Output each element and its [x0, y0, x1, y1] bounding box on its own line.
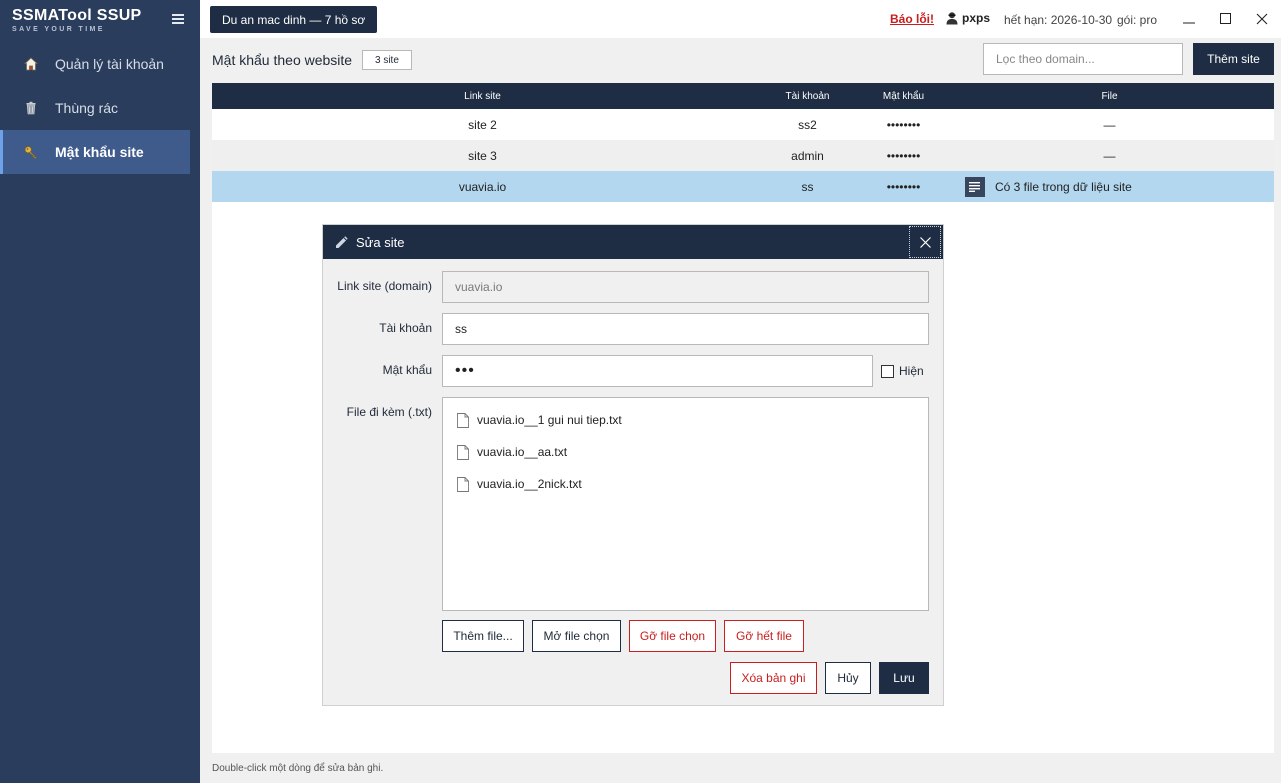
status-hint: Double-click một dòng để sửa bản ghi. [212, 763, 384, 774]
trash-icon [24, 101, 38, 115]
table-row[interactable]: site 3 admin •••••••• — [212, 140, 1274, 171]
delete-record-button[interactable]: Xóa bản ghi [730, 662, 817, 694]
cell-site: site 2 [468, 117, 497, 132]
account-field[interactable]: ss [442, 313, 929, 345]
sidebar-item-label: Mật khẩu site [55, 144, 144, 160]
dialog-header: Sửa site [323, 225, 943, 259]
dialog-title: Sửa site [356, 234, 405, 250]
file-name: vuavia.io__2nick.txt [477, 477, 582, 491]
list-item[interactable]: vuavia.io__1 gui nui tiep.txt [443, 404, 928, 436]
brand-title: SSMATool SSUP [12, 7, 142, 24]
cell-password: •••••••• [886, 148, 921, 163]
sidebar-nav: Quản lý tài khoản Thùng rác Mật khẩu sit… [0, 42, 190, 174]
column-header-file[interactable]: File [945, 91, 1274, 102]
files-label: File đi kèm (.txt) [346, 405, 432, 419]
user-info: pxps [945, 11, 990, 25]
cell-account: ss2 [798, 117, 817, 132]
remove-all-files-button[interactable]: Gỡ hết file [724, 620, 804, 652]
sidebar-item-trash[interactable]: Thùng rác [0, 86, 190, 130]
domain-field: vuavia.io [442, 271, 929, 303]
user-icon [946, 12, 958, 25]
cell-password: •••••••• [886, 179, 921, 194]
close-window-icon[interactable] [1253, 10, 1271, 28]
cancel-button[interactable]: Hủy [825, 662, 871, 694]
cell-file: — [1103, 117, 1116, 132]
open-file-button[interactable]: Mở file chọn [532, 620, 621, 652]
account-label: Tài khoản [379, 321, 432, 335]
table-header: Link site Tài khoản Mật khẩu File [212, 83, 1274, 109]
domain-filter-input[interactable] [983, 43, 1183, 75]
add-site-button[interactable]: Thêm site [1193, 43, 1274, 75]
dialog-close-icon[interactable] [909, 226, 941, 258]
cell-file: Có 3 file trong dữ liệu site [945, 176, 1274, 197]
attached-files-list[interactable]: vuavia.io__1 gui nui tiep.txt vuavia.io_… [442, 397, 929, 611]
password-field[interactable]: ••• [442, 355, 873, 387]
column-header-link[interactable]: Link site [212, 91, 753, 102]
report-bug-link[interactable]: Báo lỗi! [890, 12, 934, 26]
file-list-icon [965, 176, 985, 197]
sidebar-item-label: Quản lý tài khoản [55, 56, 164, 72]
username: pxps [962, 11, 991, 25]
cell-password: •••••••• [886, 117, 921, 132]
key-icon [24, 145, 38, 159]
cell-account: ss [801, 179, 814, 194]
sidebar: SSMATool SSUP SAVE YOUR TIME Quản lý tài… [0, 0, 200, 783]
list-item[interactable]: vuavia.io__2nick.txt [443, 468, 928, 500]
cell-site: site 3 [468, 148, 497, 163]
column-header-password[interactable]: Mật khẩu [862, 91, 945, 102]
sidebar-item-accounts[interactable]: Quản lý tài khoản [0, 42, 190, 86]
site-count-badge: 3 site [362, 50, 412, 70]
table-row[interactable]: site 2 ss2 •••••••• — [212, 109, 1274, 140]
brand-subtitle: SAVE YOUR TIME [12, 26, 105, 33]
show-password-label: Hiện [899, 364, 924, 378]
table-row-selected[interactable]: vuavia.io ss •••••••• Có 3 file trong dữ… [212, 171, 1274, 202]
cell-site: vuavia.io [458, 179, 507, 194]
pencil-icon [335, 235, 348, 249]
menu-toggle-icon[interactable] [172, 14, 184, 24]
document-icon [457, 444, 469, 460]
project-selector-button[interactable]: Du an mac dinh — 7 hồ sơ [210, 6, 378, 33]
cell-file: — [1103, 148, 1116, 163]
password-label: Mật khẩu [382, 363, 432, 377]
show-password-checkbox[interactable]: Hiện [881, 364, 924, 378]
topbar: Du an mac dinh — 7 hồ sơ Báo lỗi! pxps h… [200, 0, 1281, 38]
section-title: Mật khẩu theo website [212, 52, 353, 68]
file-name: vuavia.io__1 gui nui tiep.txt [477, 413, 622, 427]
plan-text: gói: pro [1117, 13, 1158, 27]
save-button[interactable]: Lưu [879, 662, 929, 694]
sidebar-item-label: Thùng rác [55, 100, 119, 116]
domain-label: Link site (domain) [337, 279, 432, 293]
brand: SSMATool SSUP SAVE YOUR TIME [12, 7, 142, 33]
file-name: vuavia.io__aa.txt [477, 445, 568, 459]
document-icon [457, 476, 469, 492]
document-icon [457, 412, 469, 428]
add-file-button[interactable]: Thêm file... [442, 620, 524, 652]
maximize-icon[interactable] [1217, 10, 1235, 28]
remove-selected-file-button[interactable]: Gỡ file chọn [629, 620, 716, 652]
home-icon [24, 57, 38, 71]
sidebar-item-site-passwords[interactable]: Mật khẩu site [0, 130, 190, 174]
file-summary: Có 3 file trong dữ liệu site [995, 179, 1132, 194]
checkbox-box[interactable] [881, 364, 894, 378]
expiry-text: hết hạn: 2026-10-30 [1004, 13, 1113, 27]
list-item[interactable]: vuavia.io__aa.txt [443, 436, 928, 468]
edit-site-dialog: Sửa site Link site (domain) vuavia.io Tà… [323, 225, 943, 705]
column-header-account[interactable]: Tài khoản [753, 91, 862, 102]
minimize-icon[interactable] [1180, 10, 1198, 28]
cell-account: admin [791, 148, 824, 163]
